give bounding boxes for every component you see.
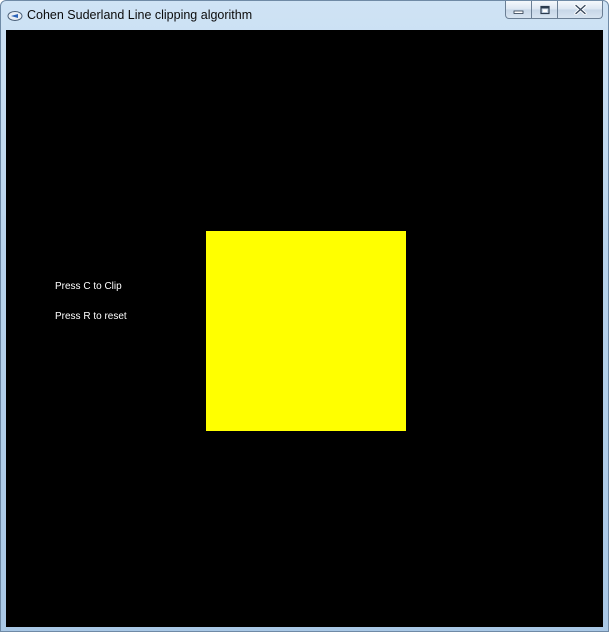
close-icon: [573, 4, 587, 15]
app-window: Cohen Suderland Line clipping algorithm: [0, 0, 609, 632]
minimize-icon: [513, 10, 524, 14]
window-title: Cohen Suderland Line clipping algorithm: [27, 8, 253, 22]
drawing-canvas[interactable]: Press C to Clip Press R to reset: [6, 30, 603, 627]
maximize-button[interactable]: [532, 1, 558, 19]
clip-instruction: Press C to Clip: [55, 281, 122, 292]
app-icon: [7, 11, 23, 21]
clipping-window: [206, 231, 406, 431]
title-bar[interactable]: Cohen Suderland Line clipping algorithm: [1, 1, 608, 31]
restore-icon: [539, 5, 550, 14]
close-button[interactable]: [558, 1, 603, 19]
minimize-button[interactable]: [505, 1, 532, 19]
caption-buttons: [505, 1, 603, 20]
reset-instruction: Press R to reset: [55, 311, 127, 322]
